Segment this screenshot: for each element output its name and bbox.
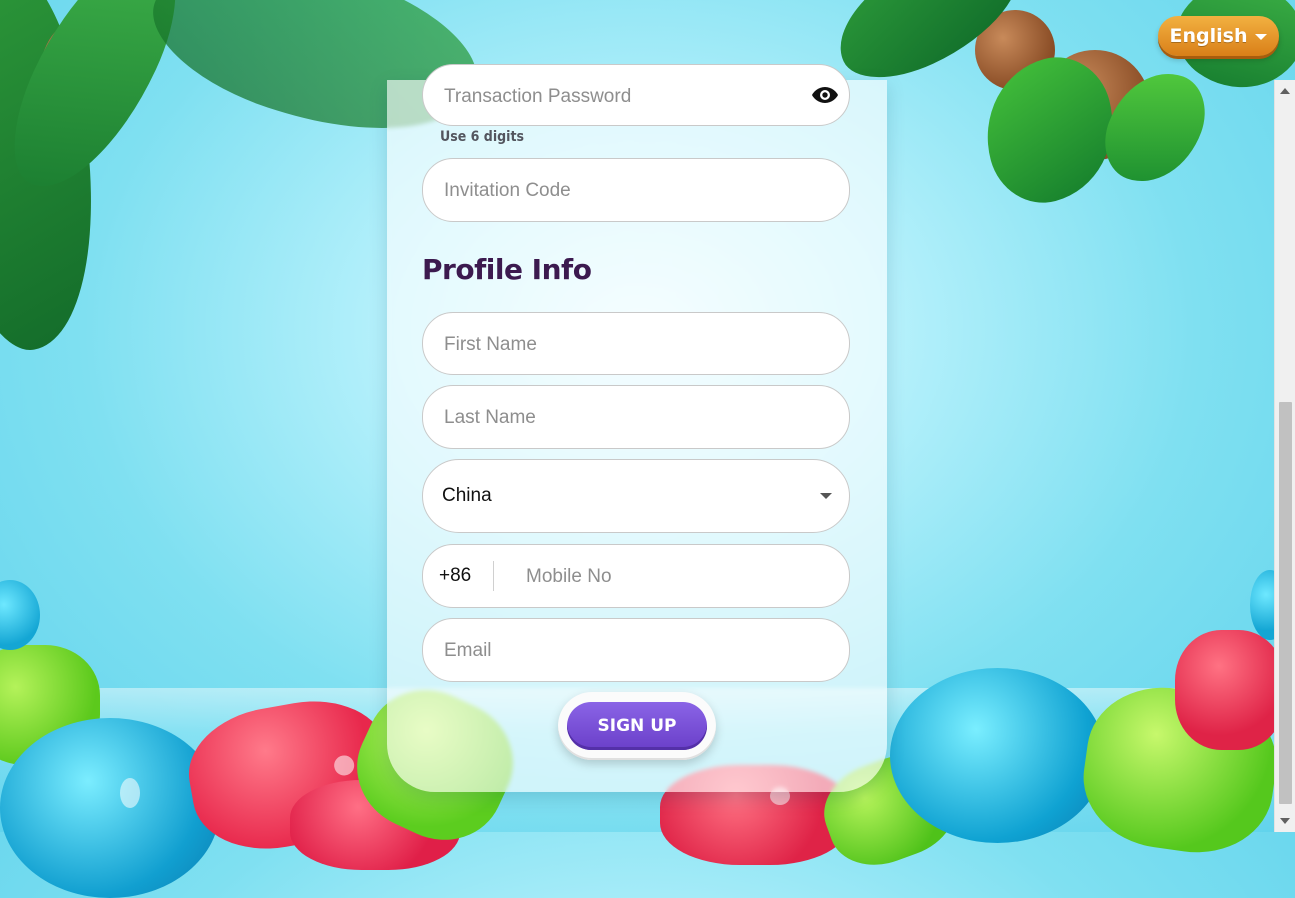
- password-hint: Use 6 digits: [440, 129, 524, 145]
- country-selected-value: China: [442, 485, 492, 506]
- scroll-down-arrow-icon[interactable]: [1280, 818, 1290, 824]
- invitation-code-field[interactable]: [422, 158, 850, 223]
- signup-form-panel: Use 6 digits Profile Info China +86 SIGN…: [387, 64, 887, 792]
- eye-icon[interactable]: [811, 85, 839, 105]
- scroll-up-arrow-icon[interactable]: [1280, 88, 1290, 94]
- blue-candy: [890, 668, 1105, 843]
- chevron-down-icon[interactable]: [820, 493, 832, 499]
- transaction-password-input[interactable]: [442, 65, 796, 129]
- first-name-input[interactable]: [442, 313, 796, 376]
- email-field[interactable]: [422, 618, 850, 683]
- page-scrollbar[interactable]: [1274, 80, 1295, 832]
- mobile-field[interactable]: +86: [422, 544, 850, 609]
- first-name-field[interactable]: [422, 312, 850, 376]
- language-select-button[interactable]: English: [1158, 16, 1279, 56]
- blue-candy: [0, 580, 40, 650]
- caret-down-icon: [1255, 34, 1268, 40]
- last-name-input[interactable]: [442, 386, 796, 450]
- section-title-profile-info: Profile Info: [422, 253, 592, 286]
- signup-button-frame: SIGN UP: [558, 692, 716, 760]
- language-label: English: [1169, 25, 1248, 47]
- invitation-code-input[interactable]: [442, 159, 796, 223]
- transaction-password-field[interactable]: [422, 64, 850, 129]
- scrollbar-thumb[interactable]: [1279, 402, 1292, 804]
- last-name-field[interactable]: [422, 385, 850, 450]
- red-candy: [1175, 630, 1285, 750]
- country-code-prefix: +86: [439, 565, 472, 586]
- email-input[interactable]: [442, 619, 796, 683]
- blue-candy: [0, 718, 220, 898]
- mobile-number-input[interactable]: [524, 545, 828, 609]
- country-select[interactable]: China: [422, 459, 850, 533]
- prefix-divider: [493, 561, 494, 591]
- signup-button[interactable]: SIGN UP: [567, 702, 707, 750]
